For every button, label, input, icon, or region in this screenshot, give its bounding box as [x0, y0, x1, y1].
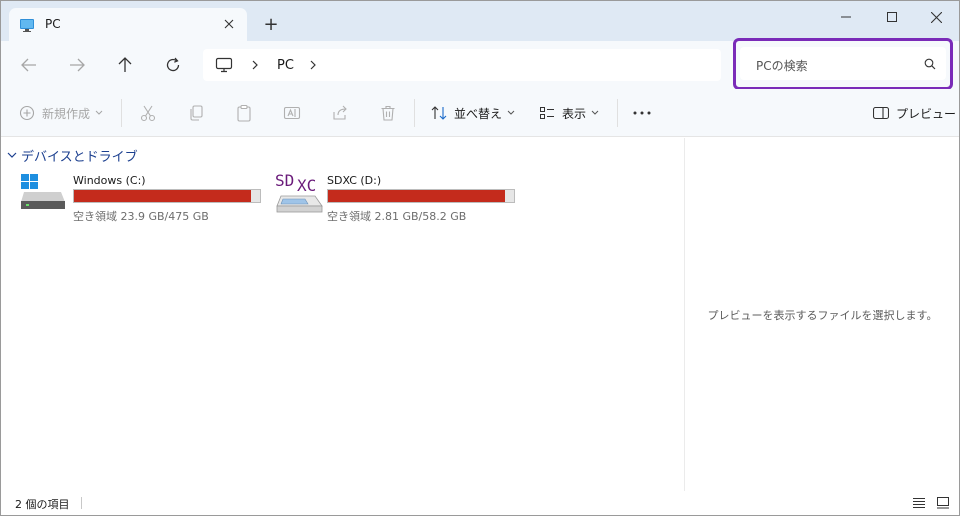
close-icon[interactable] — [913, 1, 959, 33]
search-icon[interactable] — [924, 58, 936, 70]
title-bar: PC + — [1, 1, 959, 41]
search-placeholder: PCの検索 — [756, 59, 808, 73]
trash-icon — [381, 105, 395, 121]
view-list-icon — [540, 107, 554, 119]
search-highlight: PCの検索 — [733, 38, 953, 90]
chevron-down-icon — [95, 110, 103, 115]
breadcrumb-pc[interactable]: PC — [277, 58, 294, 73]
group-header-devices[interactable]: デバイスとドライブ — [7, 146, 138, 165]
preview-button-label: プレビュー — [896, 106, 957, 121]
refresh-icon — [166, 57, 180, 72]
address-bar[interactable]: PC — [203, 49, 721, 81]
chevron-right-icon[interactable] — [307, 57, 319, 73]
refresh-button[interactable] — [159, 51, 187, 79]
preview-pane: プレビューを表示するファイルを選択します。 — [684, 138, 959, 491]
tab-pc[interactable]: PC — [9, 8, 247, 41]
large-icons-view-icon[interactable] — [935, 495, 951, 511]
new-tab-button[interactable]: + — [261, 14, 281, 35]
sd-icon-text-a: SD — [275, 172, 294, 190]
details-view-icon[interactable] — [911, 495, 927, 511]
back-button[interactable] — [15, 51, 43, 79]
drive-name: SDXC (D:) — [327, 174, 382, 187]
drive-c[interactable]: Windows (C:) 空き領域 23.9 GB/475 GB — [21, 172, 271, 224]
drive-usage-bar — [327, 189, 515, 203]
chevron-down-icon — [507, 110, 515, 115]
share-button[interactable] — [331, 101, 349, 125]
arrow-right-icon — [70, 58, 85, 72]
sort-button-label: 並べ替え — [454, 106, 503, 121]
drive-name: Windows (C:) — [73, 174, 146, 187]
computer-icon[interactable] — [215, 57, 233, 73]
rename-icon — [283, 106, 301, 120]
toolbar-divider — [617, 99, 618, 127]
paste-button[interactable] — [235, 101, 253, 125]
up-button[interactable] — [111, 51, 139, 79]
rename-button[interactable] — [283, 101, 301, 125]
plus-circle-icon — [19, 105, 35, 121]
toolbar-divider — [121, 99, 122, 127]
tab-title: PC — [45, 17, 61, 31]
sort-button[interactable]: 並べ替え — [431, 101, 515, 125]
drive-free-space: 空き領域 23.9 GB/475 GB — [73, 210, 209, 223]
drive-usage-bar — [73, 189, 261, 203]
copy-button[interactable] — [187, 101, 205, 125]
group-title: デバイスとドライブ — [21, 150, 138, 165]
chevron-right-icon[interactable] — [249, 57, 261, 73]
status-divider — [81, 497, 82, 509]
view-button-label: 表示 — [562, 106, 587, 121]
drive-usage-fill — [74, 190, 251, 202]
toolbar-divider — [414, 99, 415, 127]
sd-card-drive-icon: SD XC — [275, 171, 327, 218]
file-list-area: デバイスとドライブ Windows (C:) 空き領域 23.9 GB/475 … — [1, 138, 684, 491]
clipboard-icon — [237, 104, 251, 122]
preview-message: プレビューを表示するファイルを選択します。 — [707, 309, 938, 322]
more-options-button[interactable] — [633, 101, 651, 125]
explorer-window: PC + PC PCの検索 新規作成 並べ替え 表示 プレビュー デバイスとドラ… — [0, 0, 960, 516]
status-bar: 2 個の項目 — [1, 491, 959, 515]
sd-icon-text-b: XC — [297, 176, 316, 195]
maximize-icon[interactable] — [869, 1, 915, 33]
chevron-down-icon — [591, 110, 599, 115]
scissors-icon — [140, 105, 156, 122]
tab-close-icon[interactable] — [219, 14, 239, 34]
preview-pane-button[interactable]: プレビュー — [873, 101, 956, 125]
more-icon — [633, 111, 651, 115]
monitor-icon — [19, 17, 35, 33]
sort-icon — [431, 106, 447, 120]
arrow-up-icon — [118, 57, 132, 72]
drive-d[interactable]: SD XC SDXC (D:) 空き領域 2.81 GB/58.2 GB — [275, 171, 525, 224]
chevron-down-icon — [7, 152, 17, 158]
view-button[interactable]: 表示 — [539, 101, 599, 125]
drive-free-space: 空き領域 2.81 GB/58.2 GB — [327, 210, 467, 223]
forward-button[interactable] — [63, 51, 91, 79]
search-input[interactable]: PCの検索 — [740, 47, 946, 80]
windows-drive-icon — [21, 172, 73, 218]
minimize-icon[interactable] — [823, 1, 869, 33]
delete-button[interactable] — [379, 101, 397, 125]
preview-pane-icon — [873, 106, 889, 120]
new-button-label: 新規作成 — [42, 106, 91, 121]
drive-usage-fill — [328, 190, 505, 202]
share-icon — [333, 105, 347, 120]
new-button[interactable]: 新規作成 — [19, 101, 103, 125]
cut-button[interactable] — [139, 101, 157, 125]
navigation-bar: PC PCの検索 — [1, 38, 959, 90]
command-bar: 新規作成 並べ替え 表示 プレビュー — [1, 89, 959, 137]
item-count: 2 個の項目 — [15, 498, 70, 511]
copy-icon — [190, 105, 203, 121]
arrow-left-icon — [21, 58, 36, 72]
